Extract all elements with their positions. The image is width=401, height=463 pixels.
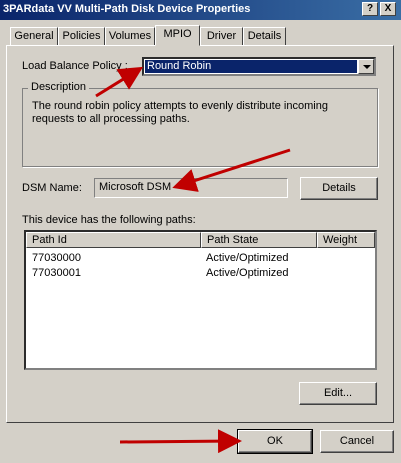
annotation-arrows [95,66,291,454]
arrow-to-ok-button [119,429,242,454]
arrow-to-dsm-name [172,148,291,192]
arrow-to-load-balance [95,66,144,98]
